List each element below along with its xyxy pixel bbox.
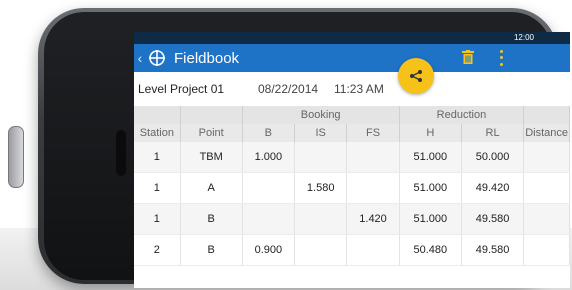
cell-point[interactable]: B xyxy=(180,234,243,266)
project-info-bar: Level Project 01 08/22/2014 11:23 AM xyxy=(134,72,570,106)
status-bar: 12:00 xyxy=(134,32,570,44)
table-row[interactable]: 1 TBM 1.000 51.000 50.000 xyxy=(134,142,570,173)
status-time: 12:00 xyxy=(513,33,534,42)
col-header-point: Point xyxy=(180,124,243,142)
cell-is[interactable] xyxy=(294,203,348,235)
cell-point[interactable]: B xyxy=(180,203,243,235)
more-vert-icon[interactable] xyxy=(498,48,504,68)
col-header-h: H xyxy=(399,124,462,142)
col-header-b: B xyxy=(242,124,296,142)
col-header-is: IS xyxy=(294,124,348,142)
app-title: Fieldbook xyxy=(174,49,240,67)
more-dot xyxy=(499,56,503,60)
app-screen: 12:00 ‹ Fieldbook Level Project 01 08/22… xyxy=(134,32,570,288)
cell-b[interactable] xyxy=(242,203,296,235)
cell-fs[interactable]: 1.420 xyxy=(346,203,400,235)
col-header-station: Station xyxy=(134,124,181,142)
cell-is[interactable] xyxy=(294,234,348,266)
cell-fs[interactable] xyxy=(346,172,400,204)
cell-point[interactable]: A xyxy=(180,172,243,204)
back-arrow-icon[interactable]: ‹ xyxy=(134,50,146,66)
more-dot xyxy=(499,63,503,67)
group-booking: Booking xyxy=(242,106,400,124)
table-row[interactable]: 1 A 1.580 51.000 49.420 xyxy=(134,172,570,204)
cell-station[interactable]: 1 xyxy=(134,203,181,235)
cell-is[interactable] xyxy=(294,142,348,173)
group-blank xyxy=(134,106,181,124)
cell-rl[interactable]: 49.420 xyxy=(461,172,525,204)
cell-station[interactable]: 1 xyxy=(134,172,181,204)
cell-distance[interactable] xyxy=(523,203,570,235)
cell-h[interactable]: 51.000 xyxy=(399,172,462,204)
fieldbook-table: Booking Reduction Station Point B IS FS … xyxy=(134,106,570,266)
group-blank xyxy=(523,106,570,124)
project-name: Level Project 01 xyxy=(138,82,225,96)
phone-bezel: 12:00 ‹ Fieldbook Level Project 01 08/22… xyxy=(44,12,570,288)
cell-station[interactable]: 1 xyxy=(134,142,181,173)
app-bar: ‹ Fieldbook xyxy=(134,44,570,72)
trash-icon[interactable] xyxy=(462,50,474,64)
table-row[interactable]: 1 B 1.420 51.000 49.580 xyxy=(134,203,570,235)
group-reduction: Reduction xyxy=(399,106,525,124)
column-header-row: Station Point B IS FS H RL Distance xyxy=(134,124,570,142)
cell-b[interactable]: 1.000 xyxy=(242,142,296,173)
more-dot xyxy=(499,49,503,53)
project-date: 08/22/2014 xyxy=(258,82,319,96)
cell-fs[interactable] xyxy=(346,234,400,266)
cell-rl[interactable]: 49.580 xyxy=(461,203,525,235)
cell-rl[interactable]: 50.000 xyxy=(461,142,525,173)
side-key xyxy=(8,126,24,188)
cell-h[interactable]: 51.000 xyxy=(399,142,462,173)
group-blank xyxy=(180,106,243,124)
cell-distance[interactable] xyxy=(523,142,570,173)
col-header-fs: FS xyxy=(346,124,400,142)
project-time: 11:23 AM xyxy=(334,82,384,96)
cell-fs[interactable] xyxy=(346,142,400,173)
cell-point[interactable]: TBM xyxy=(180,142,243,173)
cell-distance[interactable] xyxy=(523,234,570,266)
cell-h[interactable]: 50.480 xyxy=(399,234,462,266)
col-header-distance: Distance xyxy=(523,124,570,142)
col-header-rl: RL xyxy=(461,124,525,142)
table-row[interactable]: 2 B 0.900 50.480 49.580 xyxy=(134,234,570,266)
cell-b[interactable] xyxy=(242,172,296,204)
phone-frame: 12:00 ‹ Fieldbook Level Project 01 08/22… xyxy=(8,8,570,288)
cell-distance[interactable] xyxy=(523,172,570,204)
compass-logo-icon xyxy=(146,47,168,69)
cell-station[interactable]: 2 xyxy=(134,234,181,266)
cell-h[interactable]: 51.000 xyxy=(399,203,462,235)
cell-b[interactable]: 0.900 xyxy=(242,234,296,266)
group-header-row: Booking Reduction xyxy=(134,106,570,124)
cell-is[interactable]: 1.580 xyxy=(294,172,348,204)
cell-rl[interactable]: 49.580 xyxy=(461,234,525,266)
earpiece xyxy=(116,130,126,176)
